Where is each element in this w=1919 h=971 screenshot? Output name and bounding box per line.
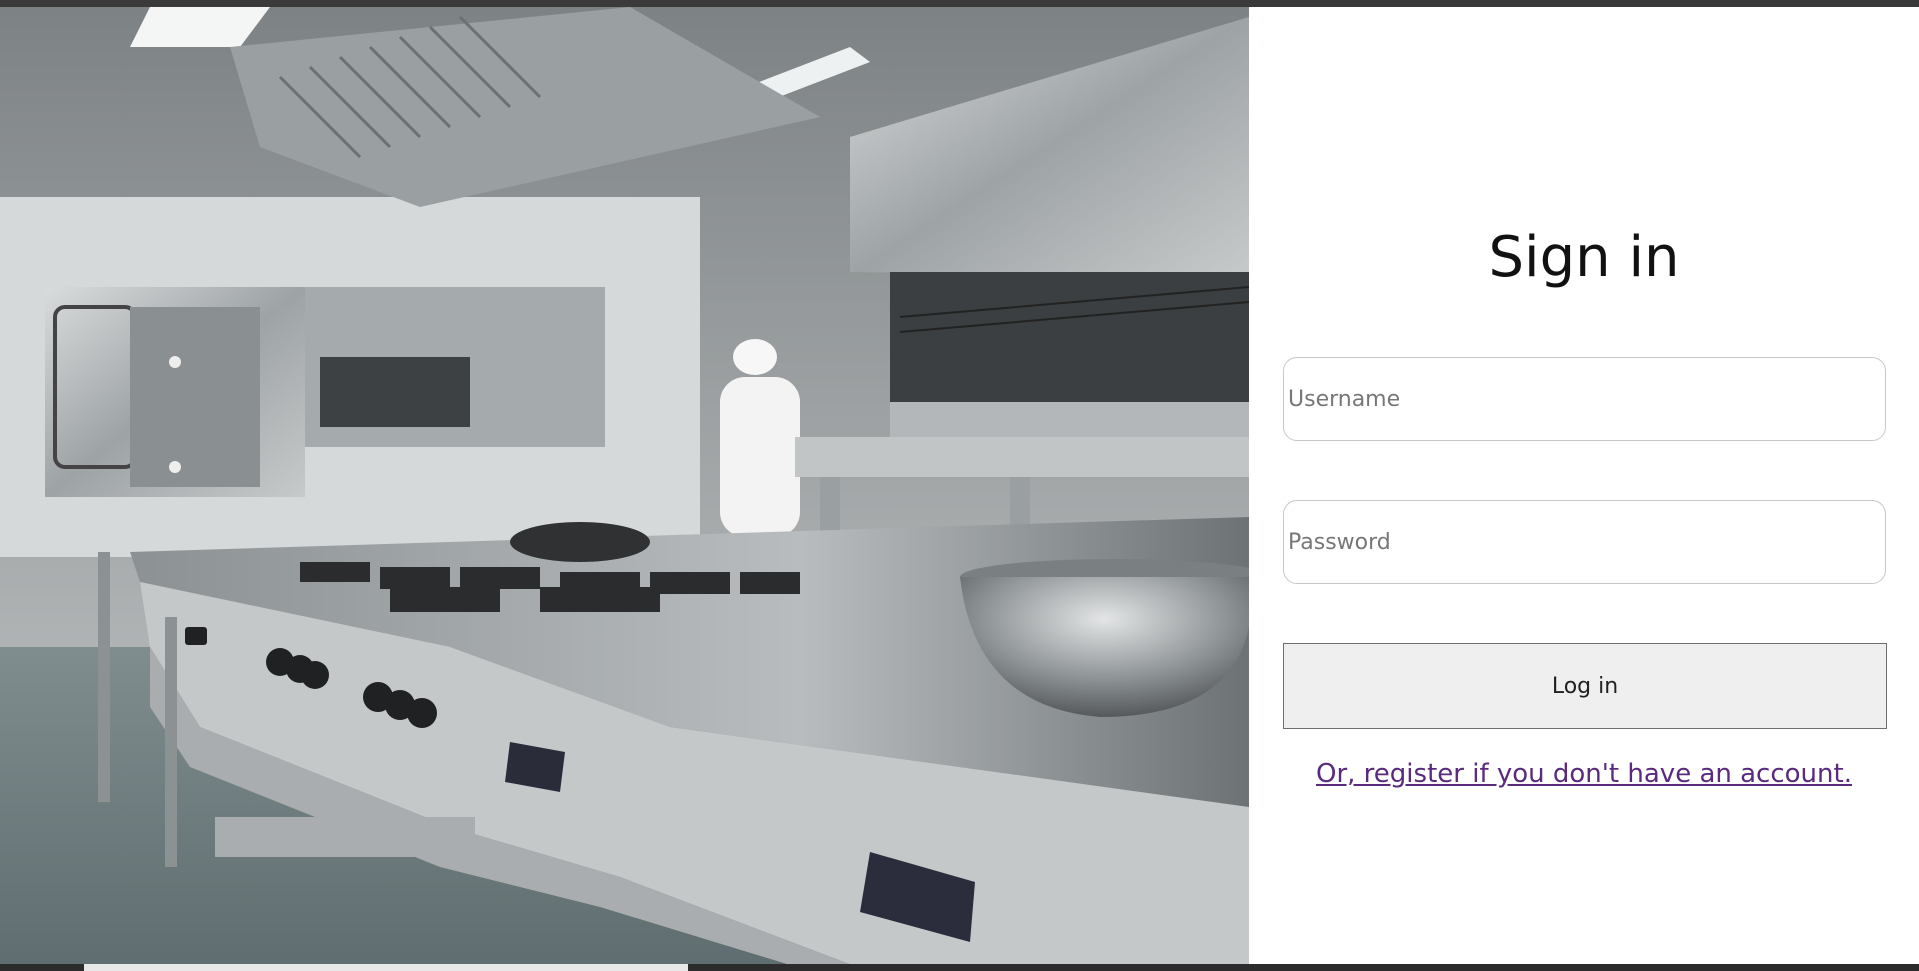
sign-in-panel: Sign in Log in Or, register if you don't… [1249, 7, 1919, 964]
bottom-strip-dark-left [0, 964, 84, 971]
register-link[interactable]: Or, register if you don't have an accoun… [1249, 759, 1919, 789]
username-field[interactable] [1283, 357, 1886, 441]
page-title: Sign in [1488, 225, 1680, 290]
kitchen-hero-image [0, 7, 1249, 968]
log-in-button[interactable]: Log in [1283, 643, 1887, 729]
bottom-strip-dark-right [688, 964, 1919, 971]
window-top-bar [0, 0, 1919, 7]
password-field[interactable] [1283, 500, 1886, 584]
kitchen-photo-illustration [0, 7, 1249, 968]
bottom-edge-strip [0, 964, 1919, 971]
